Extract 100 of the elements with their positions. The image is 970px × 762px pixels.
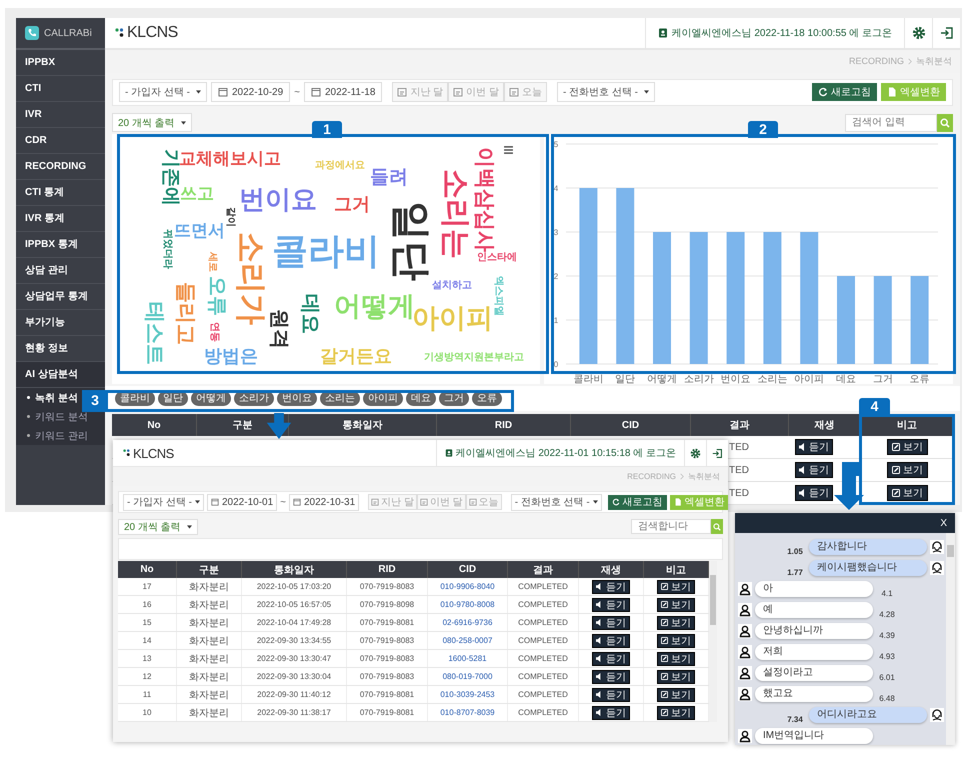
- view-button[interactable]: 보기: [657, 634, 695, 648]
- cloud-word: 데요: [298, 294, 322, 334]
- speaker-icon: [799, 466, 807, 474]
- member-select[interactable]: - 가입자 선택 -: [123, 494, 204, 510]
- caret-icon: [592, 500, 598, 504]
- view-button[interactable]: 보기: [657, 616, 695, 630]
- calendar-icon: [218, 87, 228, 98]
- menu-icon[interactable]: [504, 146, 513, 154]
- person-icon: [738, 686, 752, 700]
- page-size-select[interactable]: 20 개씩 출력: [118, 518, 198, 534]
- search-icon: [940, 118, 950, 128]
- axis-tick-label: 2: [554, 272, 558, 282]
- date-field[interactable]: 2022-11-18: [304, 82, 382, 102]
- phone-link[interactable]: 080-258-0007: [442, 636, 492, 645]
- refresh-button[interactable]: 새로고침: [812, 83, 877, 102]
- listen-button[interactable]: 듣기: [795, 462, 833, 478]
- view-button[interactable]: 보기: [657, 706, 695, 720]
- phone-select[interactable]: - 전화번호 선택 -: [556, 82, 655, 102]
- cloud-word: 세로: [206, 252, 218, 272]
- date-field[interactable]: 2022-10-31: [289, 494, 360, 510]
- view-button[interactable]: 보기: [657, 652, 695, 666]
- view-button[interactable]: 보기: [657, 580, 695, 594]
- table-cell: 070-7919-8081: [360, 618, 414, 627]
- table-cell: 2022-10-05 16:57:05: [256, 600, 332, 609]
- listen-button[interactable]: 듣기: [592, 652, 630, 666]
- phone-link[interactable]: 010-8707-8039: [440, 708, 495, 717]
- edit-icon: [661, 619, 668, 626]
- table-cell: TED: [729, 464, 749, 476]
- phone-link[interactable]: 010-9780-8008: [440, 600, 495, 609]
- headset-agent-icon: [930, 708, 944, 722]
- caret-icon: [644, 90, 649, 94]
- listen-button[interactable]: 듣기: [592, 688, 630, 702]
- sidebar-item[interactable]: 상담 관리: [16, 258, 105, 284]
- table-cell: 13: [142, 654, 152, 663]
- sidebar-item[interactable]: IVR: [16, 102, 105, 128]
- table-cell: 070-7919-8083: [360, 582, 414, 591]
- sidebar-item[interactable]: RECORDING: [16, 154, 105, 180]
- cloud-word: 갈거든요: [320, 346, 392, 368]
- sidebar-item[interactable]: IPPBX 통계: [16, 232, 105, 258]
- sidebar-item[interactable]: 부가기능: [16, 310, 105, 336]
- view-button[interactable]: 보기: [887, 485, 928, 502]
- search-field[interactable]: 검색합니다: [631, 519, 711, 534]
- cloud-word: 교체해보시고: [179, 149, 281, 168]
- sidebar-item[interactable]: CTI: [16, 76, 105, 102]
- date-separator: ~: [294, 86, 300, 98]
- caret-icon: [196, 90, 201, 94]
- member-select[interactable]: - 가입자 선택 -: [119, 82, 207, 102]
- search-field[interactable]: 검색어 입력: [845, 114, 937, 132]
- axis-category-label: 소리가: [684, 374, 714, 384]
- view-button[interactable]: 보기: [657, 688, 695, 702]
- breadcrumb-item: 녹취분석: [916, 54, 952, 68]
- edit-icon: [661, 601, 668, 608]
- table-cell-text: 화자분리: [189, 634, 229, 648]
- listen-button[interactable]: 듣기: [592, 634, 630, 648]
- listen-button[interactable]: 듣기: [592, 670, 630, 684]
- listen-button[interactable]: 듣기: [592, 706, 630, 720]
- listen-button[interactable]: 듣기: [592, 598, 630, 612]
- table-cell: 10: [142, 708, 152, 717]
- sidebar-item[interactable]: CTI 통계: [16, 180, 105, 206]
- edit-icon: [661, 583, 668, 590]
- close-button[interactable]: X: [940, 518, 947, 528]
- phone-link[interactable]: 1600-5281: [448, 654, 487, 663]
- sidebar-subitem[interactable]: 키워드 분석: [16, 407, 105, 426]
- scrollbar[interactable]: [709, 561, 717, 722]
- view-button[interactable]: 보기: [657, 598, 695, 612]
- phone-link[interactable]: 010-3039-2453: [440, 690, 495, 699]
- listen-button[interactable]: 듣기: [795, 485, 833, 502]
- cloud-word: 일단: [388, 201, 433, 282]
- listen-button[interactable]: 듣기: [592, 616, 630, 630]
- search-icon: [713, 522, 721, 530]
- listen-button[interactable]: 듣기: [592, 580, 630, 594]
- phone-select[interactable]: - 전화번호 선택 -: [510, 494, 602, 510]
- axis-category-label: 아이피: [794, 374, 824, 384]
- view-button[interactable]: 보기: [887, 439, 928, 456]
- document-icon: [887, 87, 897, 98]
- page-size-select[interactable]: 20 개씩 출력: [112, 113, 192, 132]
- cloud-word: 콜라비: [272, 229, 380, 272]
- sidebar-subitem[interactable]: 키워드 관리: [16, 426, 105, 445]
- phone-link[interactable]: 080-019-7000: [442, 672, 492, 681]
- view-button[interactable]: 보기: [887, 462, 928, 478]
- sidebar-item[interactable]: CDR: [16, 128, 105, 154]
- sidebar-item[interactable]: IVR 통계: [16, 206, 105, 232]
- date-field[interactable]: 2022-10-29: [211, 82, 290, 102]
- table-cell: COMPLETED: [518, 708, 568, 717]
- table-cell: 2022-10-05 17:03:20: [256, 582, 332, 591]
- table-cell: COMPLETED: [518, 600, 568, 609]
- sidebar-item[interactable]: 상담업무 통계: [16, 284, 105, 310]
- refresh-button[interactable]: 새로고침: [608, 494, 667, 510]
- axis-category-label: 소리는: [757, 374, 788, 384]
- message-bubble: 어디시라고요: [809, 706, 927, 722]
- phone-link[interactable]: 010-9906-8040: [440, 582, 495, 591]
- phone-link[interactable]: 02-6916-9736: [442, 618, 492, 627]
- table-cell: 070-7919-8083: [360, 654, 414, 663]
- sidebar-item[interactable]: AI 상담분석: [16, 362, 105, 388]
- dots-logo-icon: [123, 448, 131, 458]
- scrollbar[interactable]: [946, 533, 955, 745]
- cloud-word: 설치하고: [432, 280, 472, 292]
- view-button[interactable]: 보기: [657, 670, 695, 684]
- date-field[interactable]: 2022-10-01: [207, 494, 278, 510]
- listen-button[interactable]: 듣기: [795, 439, 833, 456]
